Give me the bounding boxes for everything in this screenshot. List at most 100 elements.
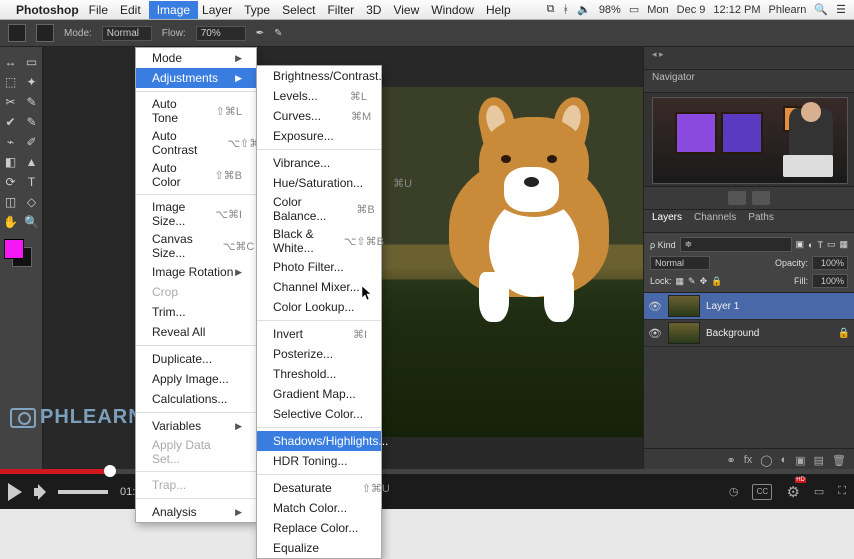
menu-item-levels[interactable]: Levels...⌘L [257, 86, 381, 106]
visibility-eye-icon[interactable]: 👁 [648, 300, 662, 313]
flow-input[interactable]: 70% [196, 26, 246, 41]
airbrush-icon[interactable]: ✒ [256, 28, 264, 39]
tool-button[interactable]: ⌁ [1, 132, 20, 152]
menu-item-duplicate[interactable]: Duplicate... [136, 349, 256, 369]
navigator-panel[interactable] [644, 93, 854, 187]
filter-kind-select[interactable]: ≑ [680, 237, 792, 252]
theater-mode-button[interactable]: ▭ [814, 485, 824, 498]
menu-layer[interactable]: Layer [202, 3, 232, 17]
filter-type-icon[interactable]: T [817, 240, 823, 250]
menu-window[interactable]: Window [431, 3, 474, 17]
layer-name[interactable]: Layer 1 [706, 301, 850, 312]
menu-view[interactable]: View [393, 3, 419, 17]
menu-item-replace-color[interactable]: Replace Color... [257, 518, 381, 538]
tool-button[interactable]: ✔ [1, 112, 20, 132]
filter-shape-icon[interactable]: ▭ [827, 239, 836, 250]
filter-smart-icon[interactable]: ▦ [839, 239, 848, 250]
volume-icon[interactable]: 🔈 [577, 3, 591, 16]
collapsed-panel-tab[interactable]: ◂ ▸ [644, 47, 854, 70]
tool-button[interactable]: ▭ [22, 52, 41, 72]
menu-item-match-color[interactable]: Match Color... [257, 498, 381, 518]
menu-item-hue-saturation[interactable]: Hue/Saturation...⌘U [257, 173, 381, 193]
menu-item-image-rotation[interactable]: Image Rotation▶ [136, 262, 256, 282]
cc-button[interactable]: CC [752, 484, 772, 500]
menu-item-color-balance[interactable]: Color Balance...⌘B [257, 193, 381, 225]
tool-button[interactable]: ⬚ [1, 72, 20, 92]
mode-select[interactable]: Normal [102, 26, 152, 41]
navigator-panel-header[interactable]: Navigator [644, 70, 854, 93]
tool-button[interactable]: ✋ [1, 212, 20, 232]
menu-item-image-size[interactable]: Image Size...⌥⌘I [136, 198, 256, 230]
brush-preset-icon[interactable] [36, 24, 54, 42]
tool-button[interactable]: ⟳ [1, 172, 20, 192]
tool-button[interactable]: ✂ [1, 92, 20, 112]
play-button[interactable] [8, 483, 22, 501]
watch-later-icon[interactable]: ◷ [729, 485, 739, 498]
adjustment-layer-icon[interactable]: ◐ [781, 454, 788, 466]
menu-item-canvas-size[interactable]: Canvas Size...⌥⌘C [136, 230, 256, 262]
tab-channels[interactable]: Channels [694, 212, 736, 230]
menu-item-auto-contrast[interactable]: Auto Contrast⌥⇧⌘L [136, 127, 256, 159]
menu-item-desaturate[interactable]: Desaturate⇧⌘U [257, 478, 381, 498]
volume-control[interactable] [34, 484, 108, 500]
menu-item-equalize[interactable]: Equalize [257, 538, 381, 558]
progress-bar[interactable] [0, 469, 854, 474]
character-panel-icon[interactable] [728, 191, 746, 205]
collapsed-icon-panel[interactable] [644, 187, 854, 210]
opacity-input[interactable]: 100% [812, 256, 848, 270]
menu-file[interactable]: File [89, 3, 108, 17]
menu-item-auto-color[interactable]: Auto Color⇧⌘B [136, 159, 256, 191]
paragraph-panel-icon[interactable] [752, 191, 770, 205]
menu-edit[interactable]: Edit [120, 3, 141, 17]
filter-pixel-icon[interactable]: ▣ [796, 239, 805, 250]
menu-item-selective-color[interactable]: Selective Color... [257, 404, 381, 424]
menu-item-reveal-all[interactable]: Reveal All [136, 322, 256, 342]
tool-button[interactable]: T [22, 172, 41, 192]
menu-item-gradient-map[interactable]: Gradient Map... [257, 384, 381, 404]
layer-mask-icon[interactable]: ◯ [760, 454, 772, 467]
layer-thumbnail[interactable] [668, 322, 700, 344]
menu-select[interactable]: Select [282, 3, 315, 17]
foreground-color-swatch[interactable] [4, 239, 24, 259]
menu-type[interactable]: Type [244, 3, 270, 17]
layer-style-icon[interactable]: fx [744, 454, 753, 466]
menu-item-calculations[interactable]: Calculations... [136, 389, 256, 409]
menu-item-brightness-contrast[interactable]: Brightness/Contrast... [257, 66, 381, 86]
menu-help[interactable]: Help [486, 3, 511, 17]
blend-mode-select[interactable]: Normal [650, 256, 710, 270]
fill-input[interactable]: 100% [812, 274, 848, 288]
menu-item-adjustments[interactable]: Adjustments▶ [136, 68, 256, 88]
menu-item-mode[interactable]: Mode▶ [136, 48, 256, 68]
wifi-icon[interactable]: ⧉ [547, 3, 555, 16]
lock-transparency-icon[interactable]: ▦ [676, 276, 685, 287]
menu-item-invert[interactable]: Invert⌘I [257, 324, 381, 344]
lock-position-icon[interactable]: ✥ [700, 276, 708, 287]
layer-row[interactable]: 👁Background🔒 [644, 320, 854, 347]
layer-row[interactable]: 👁 Layer 1 [644, 293, 854, 320]
menu-item-trim[interactable]: Trim... [136, 302, 256, 322]
tablet-pressure-icon[interactable]: ✎ [274, 28, 282, 39]
tool-button[interactable]: ✐ [22, 132, 41, 152]
tool-button[interactable]: ◧ [1, 152, 20, 172]
menu-filter[interactable]: Filter [327, 3, 354, 17]
menu-item-apply-image[interactable]: Apply Image... [136, 369, 256, 389]
tool-button[interactable]: ✎ [22, 92, 41, 112]
battery-icon[interactable]: ▭ [629, 3, 639, 16]
visibility-eye-icon[interactable]: 👁 [648, 327, 662, 340]
tool-button[interactable]: ◇ [22, 192, 41, 212]
tool-button[interactable]: ✦ [22, 72, 41, 92]
new-layer-icon[interactable]: ▤ [814, 454, 824, 467]
menu-item-posterize[interactable]: Posterize... [257, 344, 381, 364]
menu-item-photo-filter[interactable]: Photo Filter... [257, 257, 381, 277]
layer-thumbnail[interactable] [668, 295, 700, 317]
notification-icon[interactable]: ☰ [836, 3, 846, 16]
group-icon[interactable]: ▣ [795, 454, 805, 467]
menu-item-black-white[interactable]: Black & White...⌥⇧⌘B [257, 225, 381, 257]
lock-all-icon[interactable]: 🔒 [711, 276, 722, 287]
menu-item-threshold[interactable]: Threshold... [257, 364, 381, 384]
menu-item-exposure[interactable]: Exposure... [257, 126, 381, 146]
volume-icon[interactable] [34, 484, 54, 500]
tool-preset-icon[interactable] [8, 24, 26, 42]
delete-layer-icon[interactable]: 🗑 [832, 454, 846, 467]
tool-button[interactable]: 🔍 [22, 212, 41, 232]
